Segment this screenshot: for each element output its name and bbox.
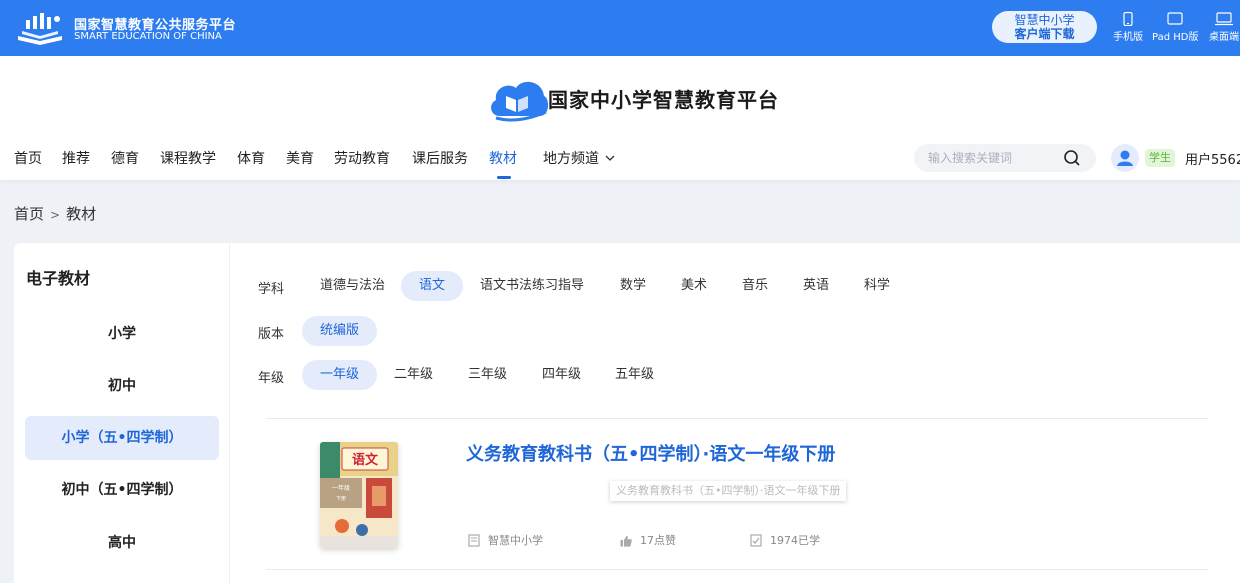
book-title-link[interactable]: 义务教育教科书（五•四学制）·语文一年级下册 [466, 440, 835, 466]
chip-grade-1[interactable]: 一年级 [302, 360, 378, 390]
platform-label: 手机版 [1113, 32, 1143, 43]
platform-phone[interactable]: 手机版 [1113, 12, 1143, 43]
book-likes: 17点赞 [620, 532, 676, 548]
nav-local-label: 地方频道 [543, 151, 599, 167]
filter-label-edition: 版本 [258, 327, 285, 342]
sidebar-item-senior[interactable]: 高中 [25, 521, 219, 565]
learners-count: 1974已学 [770, 534, 820, 547]
nav-home[interactable]: 首页 [14, 148, 42, 168]
learned-icon [750, 534, 762, 547]
chip-subject-moral-law[interactable]: 道德与法治 [302, 271, 403, 301]
search-icon[interactable] [1063, 149, 1081, 167]
list-divider-top [266, 418, 1208, 419]
breadcrumb-separator: > [50, 208, 61, 222]
chip-subject-art[interactable]: 美术 [663, 271, 725, 301]
chevron-down-icon [605, 155, 615, 161]
platform-label: 桌面端 [1209, 32, 1239, 43]
brand-name-en: SMART EDUCATION OF CHINA [74, 31, 222, 42]
search-box [914, 144, 1096, 172]
nav-sports[interactable]: 体育 [237, 148, 265, 168]
thumbs-up-icon[interactable] [620, 535, 632, 547]
book-publisher: 智慧中小学 [468, 532, 543, 548]
filter-label-grade: 年级 [258, 371, 285, 386]
cloud-book-logo-icon[interactable] [486, 76, 550, 122]
user-icon [1117, 150, 1133, 166]
nav-labor[interactable]: 劳动教育 [334, 148, 390, 168]
nav-arts[interactable]: 美育 [286, 148, 314, 168]
publisher-icon [468, 534, 480, 547]
chip-grade-2[interactable]: 二年级 [376, 360, 451, 390]
sidebar: 电子教材 小学 初中 小学（五•四学制） 初中（五•四学制） 高中 [14, 243, 229, 583]
top-bar: 国家智慧教育公共服务平台 SMART EDUCATION OF CHINA 智慧… [0, 0, 1240, 56]
sidebar-item-primary[interactable]: 小学 [25, 312, 219, 356]
nav-local-channel[interactable]: 地方频道 [543, 148, 615, 168]
book-cover-illustration: 语文 一年级 下册 [320, 442, 398, 548]
book-cover[interactable]: 语文 一年级 下册 [320, 442, 398, 548]
chip-grade-3[interactable]: 三年级 [450, 360, 525, 390]
chip-subject-science[interactable]: 科学 [846, 271, 908, 301]
cover-grade-text: 一年级 [332, 484, 350, 492]
chip-subject-english[interactable]: 英语 [785, 271, 847, 301]
cover-volume-text: 下册 [336, 496, 346, 502]
platform-logo-icon[interactable] [14, 10, 66, 46]
breadcrumb-home[interactable]: 首页 [14, 205, 44, 223]
sidebar-item-junior-54[interactable]: 初中（五•四学制） [25, 468, 219, 512]
download-line2: 客户端下载 [1014, 27, 1075, 41]
cover-title-text: 语文 [352, 452, 379, 468]
breadcrumb-current: 教材 [66, 205, 97, 223]
search-input[interactable] [928, 148, 1068, 168]
list-divider-bottom [266, 569, 1208, 570]
nav-recommend[interactable]: 推荐 [62, 148, 90, 168]
platform-label: Pad HD版 [1152, 32, 1199, 43]
role-badge: 学生 [1145, 149, 1175, 167]
nav-textbook[interactable]: 教材 [489, 148, 517, 168]
username[interactable]: 用户5562 [1185, 149, 1240, 168]
phone-icon [1123, 12, 1133, 26]
platform-pad[interactable]: Pad HD版 [1152, 12, 1198, 43]
avatar[interactable] [1111, 144, 1139, 172]
likes-count: 17点赞 [640, 534, 676, 547]
chip-subject-music[interactable]: 音乐 [724, 271, 786, 301]
chip-subject-calligraphy[interactable]: 语文书法练习指导 [462, 271, 602, 301]
platform-desktop[interactable]: 桌面端 [1209, 12, 1239, 43]
nav-course[interactable]: 课程教学 [160, 148, 216, 168]
download-line1: 智慧中小学 [1014, 13, 1075, 27]
sidebar-item-junior[interactable]: 初中 [25, 364, 219, 408]
tablet-icon [1167, 12, 1183, 25]
chip-grade-4[interactable]: 四年级 [524, 360, 599, 390]
nav-afterschool[interactable]: 课后服务 [412, 148, 468, 168]
chip-edition-unified[interactable]: 统编版 [302, 316, 378, 346]
nav-moral[interactable]: 德育 [111, 148, 139, 168]
sidebar-item-primary-54[interactable]: 小学（五•四学制） [25, 416, 219, 460]
book-title-tooltip: 义务教育教科书（五•四学制）·语文一年级下册 [610, 481, 847, 501]
page-title: 国家中小学智慧教育平台 [548, 88, 779, 112]
chip-subject-math[interactable]: 数学 [602, 271, 664, 301]
desktop-icon [1215, 12, 1233, 26]
sidebar-title: 电子教材 [26, 269, 91, 288]
chip-subject-chinese[interactable]: 语文 [401, 271, 464, 301]
chip-grade-5[interactable]: 五年级 [597, 360, 672, 390]
main-content: 学科 道德与法治 语文 语文书法练习指导 数学 美术 音乐 英语 科学 版本 统… [230, 243, 1240, 583]
active-nav-indicator [497, 176, 511, 179]
breadcrumb: 首页 > 教材 [14, 203, 96, 224]
publisher-label: 智慧中小学 [488, 534, 543, 547]
client-download-button[interactable]: 智慧中小学 客户端下载 [992, 11, 1097, 43]
filter-label-subject: 学科 [258, 282, 285, 297]
book-learners: 1974已学 [750, 532, 820, 548]
